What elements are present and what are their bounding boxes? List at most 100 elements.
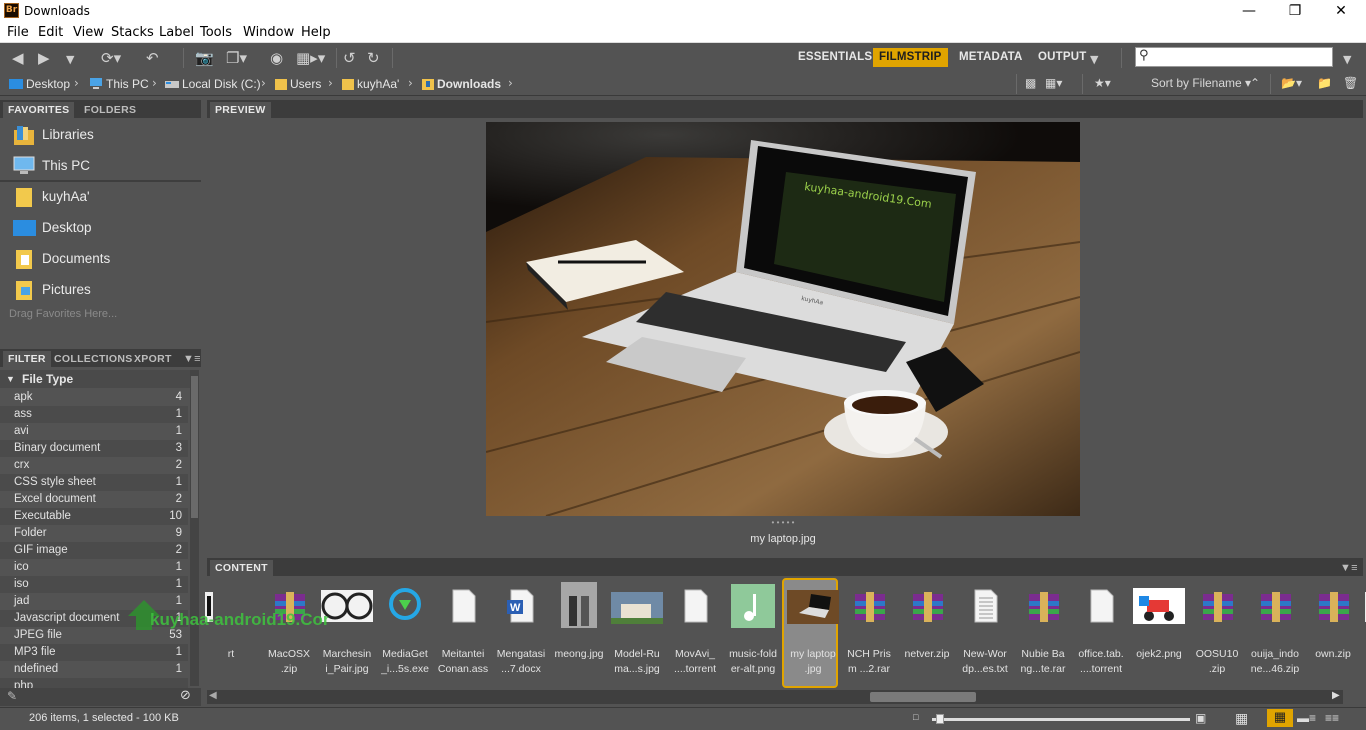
output-icon[interactable]: ▦▸▾ — [296, 49, 325, 67]
menu-window[interactable]: Window — [243, 25, 294, 40]
content-scrollbar[interactable]: ◀ ▶ — [207, 690, 1343, 704]
tab-filter[interactable]: FILTER — [3, 351, 51, 367]
scrollbar-thumb[interactable] — [191, 376, 198, 518]
search-menu-icon[interactable]: ▼ — [1343, 51, 1351, 69]
favorite-user-folder[interactable]: kuyhAa' — [8, 184, 198, 210]
favorite-desktop[interactable]: Desktop — [8, 215, 198, 241]
panel-menu-icon[interactable]: ▼≡ — [1335, 560, 1363, 576]
view-details-icon[interactable]: ▬≡ — [1297, 711, 1316, 725]
content-item[interactable]: ouija_indo ne...46.zip — [1246, 580, 1304, 686]
menu-help[interactable]: Help — [301, 25, 331, 40]
filter-row[interactable]: MP3 file 1 — [0, 644, 188, 661]
filter-row[interactable]: Executable 10 — [0, 508, 188, 525]
sort-ascending-icon[interactable]: ⌃ — [1250, 76, 1260, 90]
workspace-essentials[interactable]: ESSENTIALS — [792, 48, 878, 67]
filter-row[interactable]: apk 4 — [0, 389, 188, 406]
filter-row[interactable]: CSS style sheet 1 — [0, 474, 188, 491]
content-item[interactable]: OOSU10 .zip — [1188, 580, 1246, 686]
view-thumbnails-icon[interactable]: ▦ — [1267, 709, 1293, 727]
scrollbar-thumb[interactable] — [870, 692, 976, 702]
content-item[interactable]: Nubie Ba ng...te.rar — [1014, 580, 1072, 686]
breadcrumb-chevron[interactable]: › — [408, 76, 413, 90]
close-button[interactable]: ✕ — [1318, 0, 1364, 23]
content-item[interactable]: MediaGet _i...5s.exe — [376, 580, 434, 686]
filter-row[interactable]: crx 2 — [0, 457, 188, 474]
filter-row[interactable]: Excel document 2 — [0, 491, 188, 508]
content-item[interactable]: Pato- — [1362, 580, 1366, 686]
breadcrumb-chevron[interactable]: › — [328, 76, 333, 90]
forward-arrow-icon[interactable]: ▶ — [38, 49, 50, 67]
breadcrumb-chevron[interactable]: › — [508, 76, 513, 90]
workspace-dropdown-icon[interactable]: ▼ — [1090, 51, 1098, 69]
tab-favorites[interactable]: FAVORITES — [3, 102, 75, 118]
breadcrumb-downloads[interactable]: Downloads — [422, 77, 501, 91]
thumbnail-size-slider[interactable] — [932, 714, 1190, 724]
tab-export[interactable]: XPORT — [129, 351, 177, 367]
filter-row[interactable]: avi 1 — [0, 423, 188, 440]
favorite-libraries[interactable]: Libraries — [8, 122, 198, 148]
new-folder-icon[interactable]: 📁 — [1317, 76, 1332, 90]
zoom-out-icon[interactable]: □ — [913, 712, 918, 722]
pin-icon[interactable]: ✎ — [7, 689, 17, 703]
menu-label[interactable]: Label — [159, 25, 194, 40]
open-camera-raw-icon[interactable]: ◉ — [270, 49, 283, 67]
filter-row[interactable]: GIF image 2 — [0, 542, 188, 559]
favorite-this-pc[interactable]: This PC — [8, 153, 198, 179]
filter-file-type-header[interactable]: ▼ File Type — [0, 370, 190, 388]
filter-row[interactable]: iso 1 — [0, 576, 188, 593]
filter-scrollbar[interactable] — [190, 370, 199, 686]
menu-tools[interactable]: Tools — [200, 25, 232, 40]
sort-dropdown[interactable]: Sort by Filename ▾ — [1151, 76, 1251, 90]
search-input[interactable]: ⚲ — [1135, 47, 1333, 67]
content-item[interactable]: music-fold er-alt.png — [724, 580, 782, 686]
content-item[interactable]: office.tab. ....torrent — [1072, 580, 1130, 686]
zoom-in-icon[interactable]: ▣ — [1195, 711, 1206, 725]
content-item[interactable]: netver.zip — [898, 580, 956, 686]
breadcrumb-desktop[interactable]: Desktop — [9, 77, 70, 91]
content-item[interactable]: my laptop .jpg — [782, 578, 839, 688]
content-item[interactable]: Model-Ru ma...s.jpg — [608, 580, 666, 686]
preview-image[interactable]: kuyhaa-android19.Com kuyhAa — [486, 122, 1080, 516]
content-item[interactable]: ojek2.png — [1130, 580, 1188, 686]
filter-row[interactable]: Binary document 3 — [0, 440, 188, 457]
menu-view[interactable]: View — [73, 25, 104, 40]
tab-collections[interactable]: COLLECTIONS — [49, 351, 138, 367]
tab-content[interactable]: CONTENT — [210, 560, 273, 576]
filter-row[interactable]: Folder 9 — [0, 525, 188, 542]
clear-filter-icon[interactable]: ⊘ — [180, 688, 191, 703]
workspace-filmstrip[interactable]: FILMSTRIP — [873, 48, 948, 67]
breadcrumb-chevron[interactable]: › — [261, 76, 266, 90]
breadcrumb-user[interactable]: kuyhAa' — [342, 77, 399, 91]
recent-dropdown-icon[interactable]: ▼ — [66, 51, 74, 69]
star-rating-filter-icon[interactable]: ★▾ — [1094, 76, 1111, 90]
scroll-left-icon[interactable]: ◀ — [209, 690, 217, 701]
breadcrumb-this-pc[interactable]: This PC — [89, 77, 149, 91]
back-arrow-icon[interactable]: ◀ — [12, 49, 24, 67]
open-recent-folder-icon[interactable]: 📂▾ — [1281, 76, 1302, 90]
content-item[interactable]: NCH Pris m ...2.rar — [840, 580, 898, 686]
boomerang-icon[interactable]: ↶ — [146, 49, 159, 67]
breadcrumb-chevron[interactable]: › — [152, 76, 157, 90]
filter-row[interactable]: ico 1 — [0, 559, 188, 576]
favorite-documents[interactable]: Documents — [8, 246, 198, 272]
content-item[interactable]: Meitantei Conan.ass — [434, 580, 492, 686]
filter-row[interactable]: php — [0, 678, 188, 688]
filter-row[interactable]: ass 1 — [0, 406, 188, 423]
filter-row[interactable]: ndefined 1 — [0, 661, 188, 678]
content-item[interactable]: W Mengatasi ...7.docx — [492, 580, 550, 686]
panel-menu-icon[interactable]: ▼≡ — [178, 351, 206, 367]
reveal-recent-icon[interactable]: ⟳▾ — [101, 49, 121, 67]
camera-download-icon[interactable]: 📷 — [195, 49, 214, 67]
breadcrumb-local-disk[interactable]: Local Disk (C:) — [165, 77, 261, 91]
maximize-button[interactable]: ❐ — [1272, 0, 1318, 23]
content-item[interactable]: meong.jpg — [550, 580, 608, 686]
minimize-button[interactable]: — — [1226, 0, 1272, 23]
tab-preview[interactable]: PREVIEW — [210, 102, 271, 118]
slider-handle[interactable] — [936, 714, 944, 724]
workspace-metadata[interactable]: METADATA — [953, 48, 1029, 67]
content-item[interactable]: own.zip — [1304, 580, 1362, 686]
content-item[interactable]: New-Wor dp...es.txt — [956, 580, 1014, 686]
grid-lock-icon[interactable]: ▦ — [1235, 710, 1248, 727]
refine-icon[interactable]: ❐▾ — [226, 49, 247, 67]
view-list-icon[interactable]: ≡≡ — [1325, 711, 1339, 725]
